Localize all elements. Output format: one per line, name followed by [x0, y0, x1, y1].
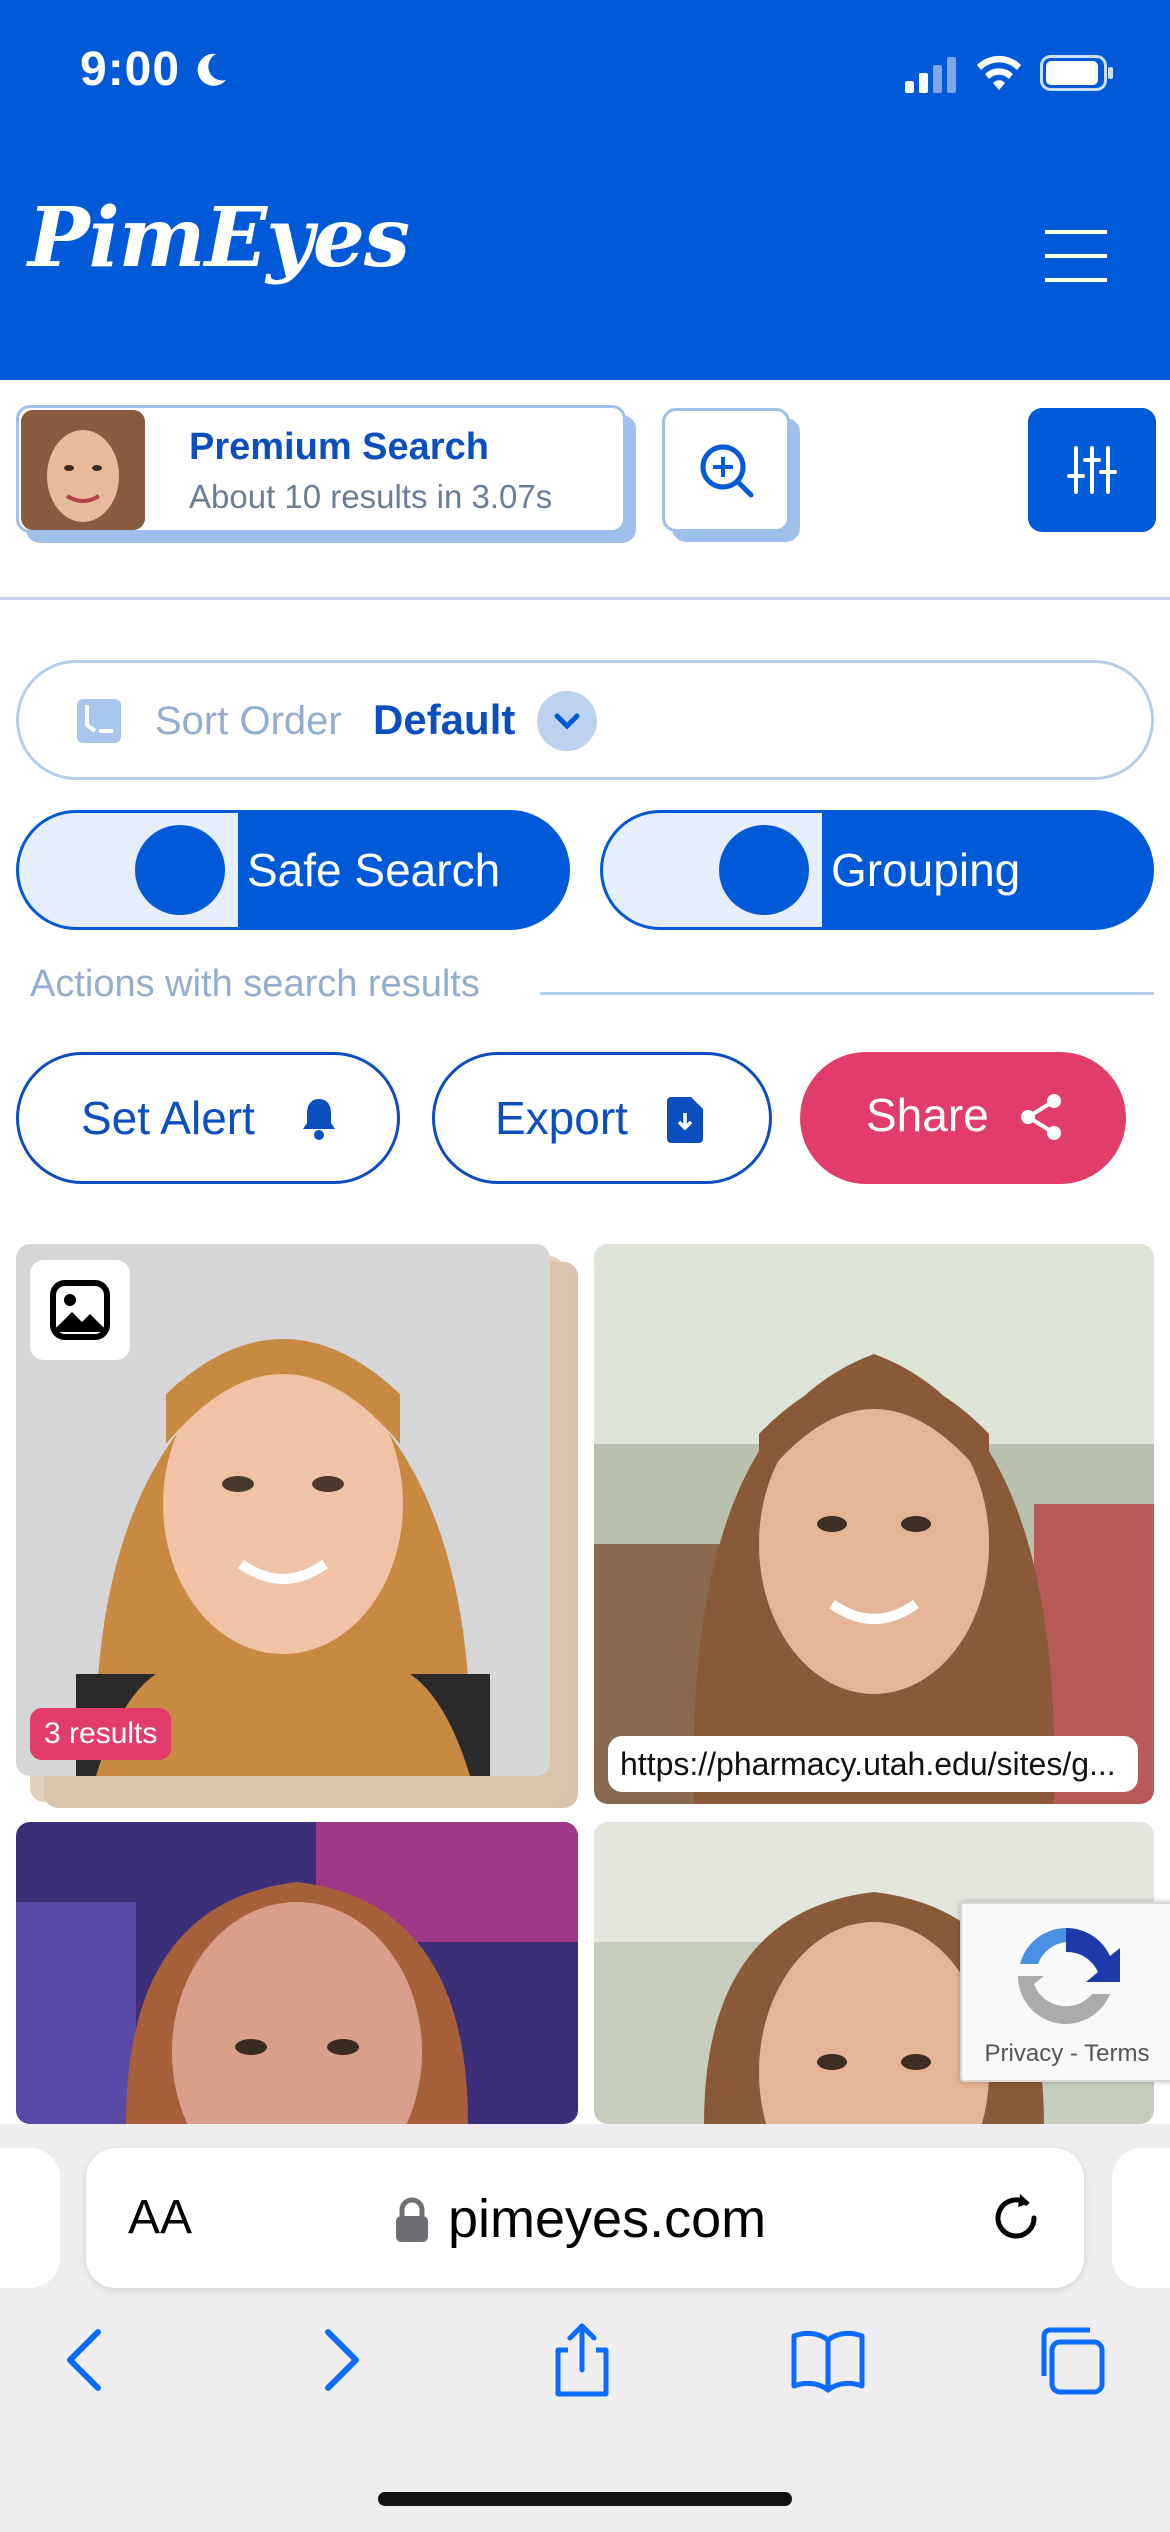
address-bar[interactable]: AA pimeyes.com	[86, 2148, 1084, 2288]
moon-icon	[197, 53, 226, 86]
query-face-thumbnail	[21, 410, 145, 530]
actions-divider	[540, 992, 1154, 995]
bell-icon	[303, 1099, 335, 1140]
lock-icon	[396, 2197, 428, 2242]
search-summary-card[interactable]: Premium Search About 10 results in 3.07s	[16, 405, 626, 533]
share-icon	[1021, 1094, 1061, 1140]
recaptcha-badge[interactable]: Privacy - Terms	[960, 1902, 1170, 2082]
sort-order-label: Sort Order	[155, 699, 342, 743]
sort-order-select[interactable]: Sort Order Default	[16, 660, 1154, 780]
search-type-title: Premium Search	[189, 426, 489, 468]
battery-icon	[1040, 55, 1113, 91]
reload-icon[interactable]	[984, 2186, 1048, 2250]
share-button[interactable]: Share	[800, 1052, 1126, 1184]
new-search-button[interactable]	[662, 408, 790, 532]
toggle-knob	[711, 817, 817, 923]
image-type-badge	[30, 1260, 130, 1360]
result-image[interactable]	[594, 1244, 1154, 1804]
set-alert-button[interactable]: Set Alert	[16, 1052, 400, 1184]
export-button[interactable]: Export	[432, 1052, 772, 1184]
forward-icon[interactable]	[300, 2320, 380, 2400]
tabs-icon[interactable]	[1032, 2320, 1112, 2400]
export-label: Export	[495, 1092, 628, 1144]
group-results-badge: 3 results	[30, 1708, 172, 1760]
image-icon	[50, 1280, 110, 1340]
file-download-icon	[667, 1097, 703, 1143]
result-source-url[interactable]: https://pharmacy.utah.edu/sites/g...	[608, 1736, 1138, 1792]
share-label: Share	[866, 1089, 989, 1141]
text-size-button[interactable]: AA	[128, 2190, 192, 2245]
cellular-signal-icon	[905, 57, 956, 93]
home-indicator[interactable]	[378, 2492, 792, 2506]
safe-search-label: Safe Search	[247, 844, 501, 896]
url-text[interactable]: pimeyes.com	[448, 2188, 766, 2250]
divider	[0, 597, 1170, 600]
actions-heading: Actions with search results	[30, 963, 480, 1005]
sort-order-value: Default	[373, 696, 516, 743]
recaptcha-icon	[1010, 1927, 1120, 2024]
sliders-icon	[1067, 446, 1117, 494]
bookmarks-icon[interactable]	[788, 2320, 868, 2400]
safe-search-toggle[interactable]: Safe Search	[16, 810, 570, 930]
grouping-toggle[interactable]: Grouping	[600, 810, 1154, 930]
share-sheet-icon[interactable]	[542, 2320, 622, 2400]
grouping-label: Grouping	[831, 844, 1021, 896]
previous-tab-preview[interactable]	[0, 2148, 60, 2288]
result-image[interactable]	[16, 1822, 578, 2124]
status-time: 9:00	[80, 43, 181, 96]
pimeyes-logo[interactable]: PimEyes	[28, 190, 410, 286]
wifi-icon	[977, 55, 1021, 90]
back-icon[interactable]	[46, 2320, 126, 2400]
sort-icon	[77, 699, 121, 743]
zoom-in-icon	[700, 444, 754, 498]
chevron-down-icon[interactable]	[537, 691, 597, 751]
toggle-knob	[127, 817, 233, 923]
hamburger-menu-icon[interactable]	[1045, 228, 1107, 284]
next-tab-preview[interactable]	[1112, 2148, 1170, 2288]
results-count-text: About 10 results in 3.07s	[189, 478, 553, 515]
set-alert-label: Set Alert	[81, 1092, 255, 1144]
filters-button[interactable]	[1028, 408, 1156, 532]
recaptcha-privacy-terms[interactable]: Privacy - Terms	[962, 2040, 1170, 2068]
